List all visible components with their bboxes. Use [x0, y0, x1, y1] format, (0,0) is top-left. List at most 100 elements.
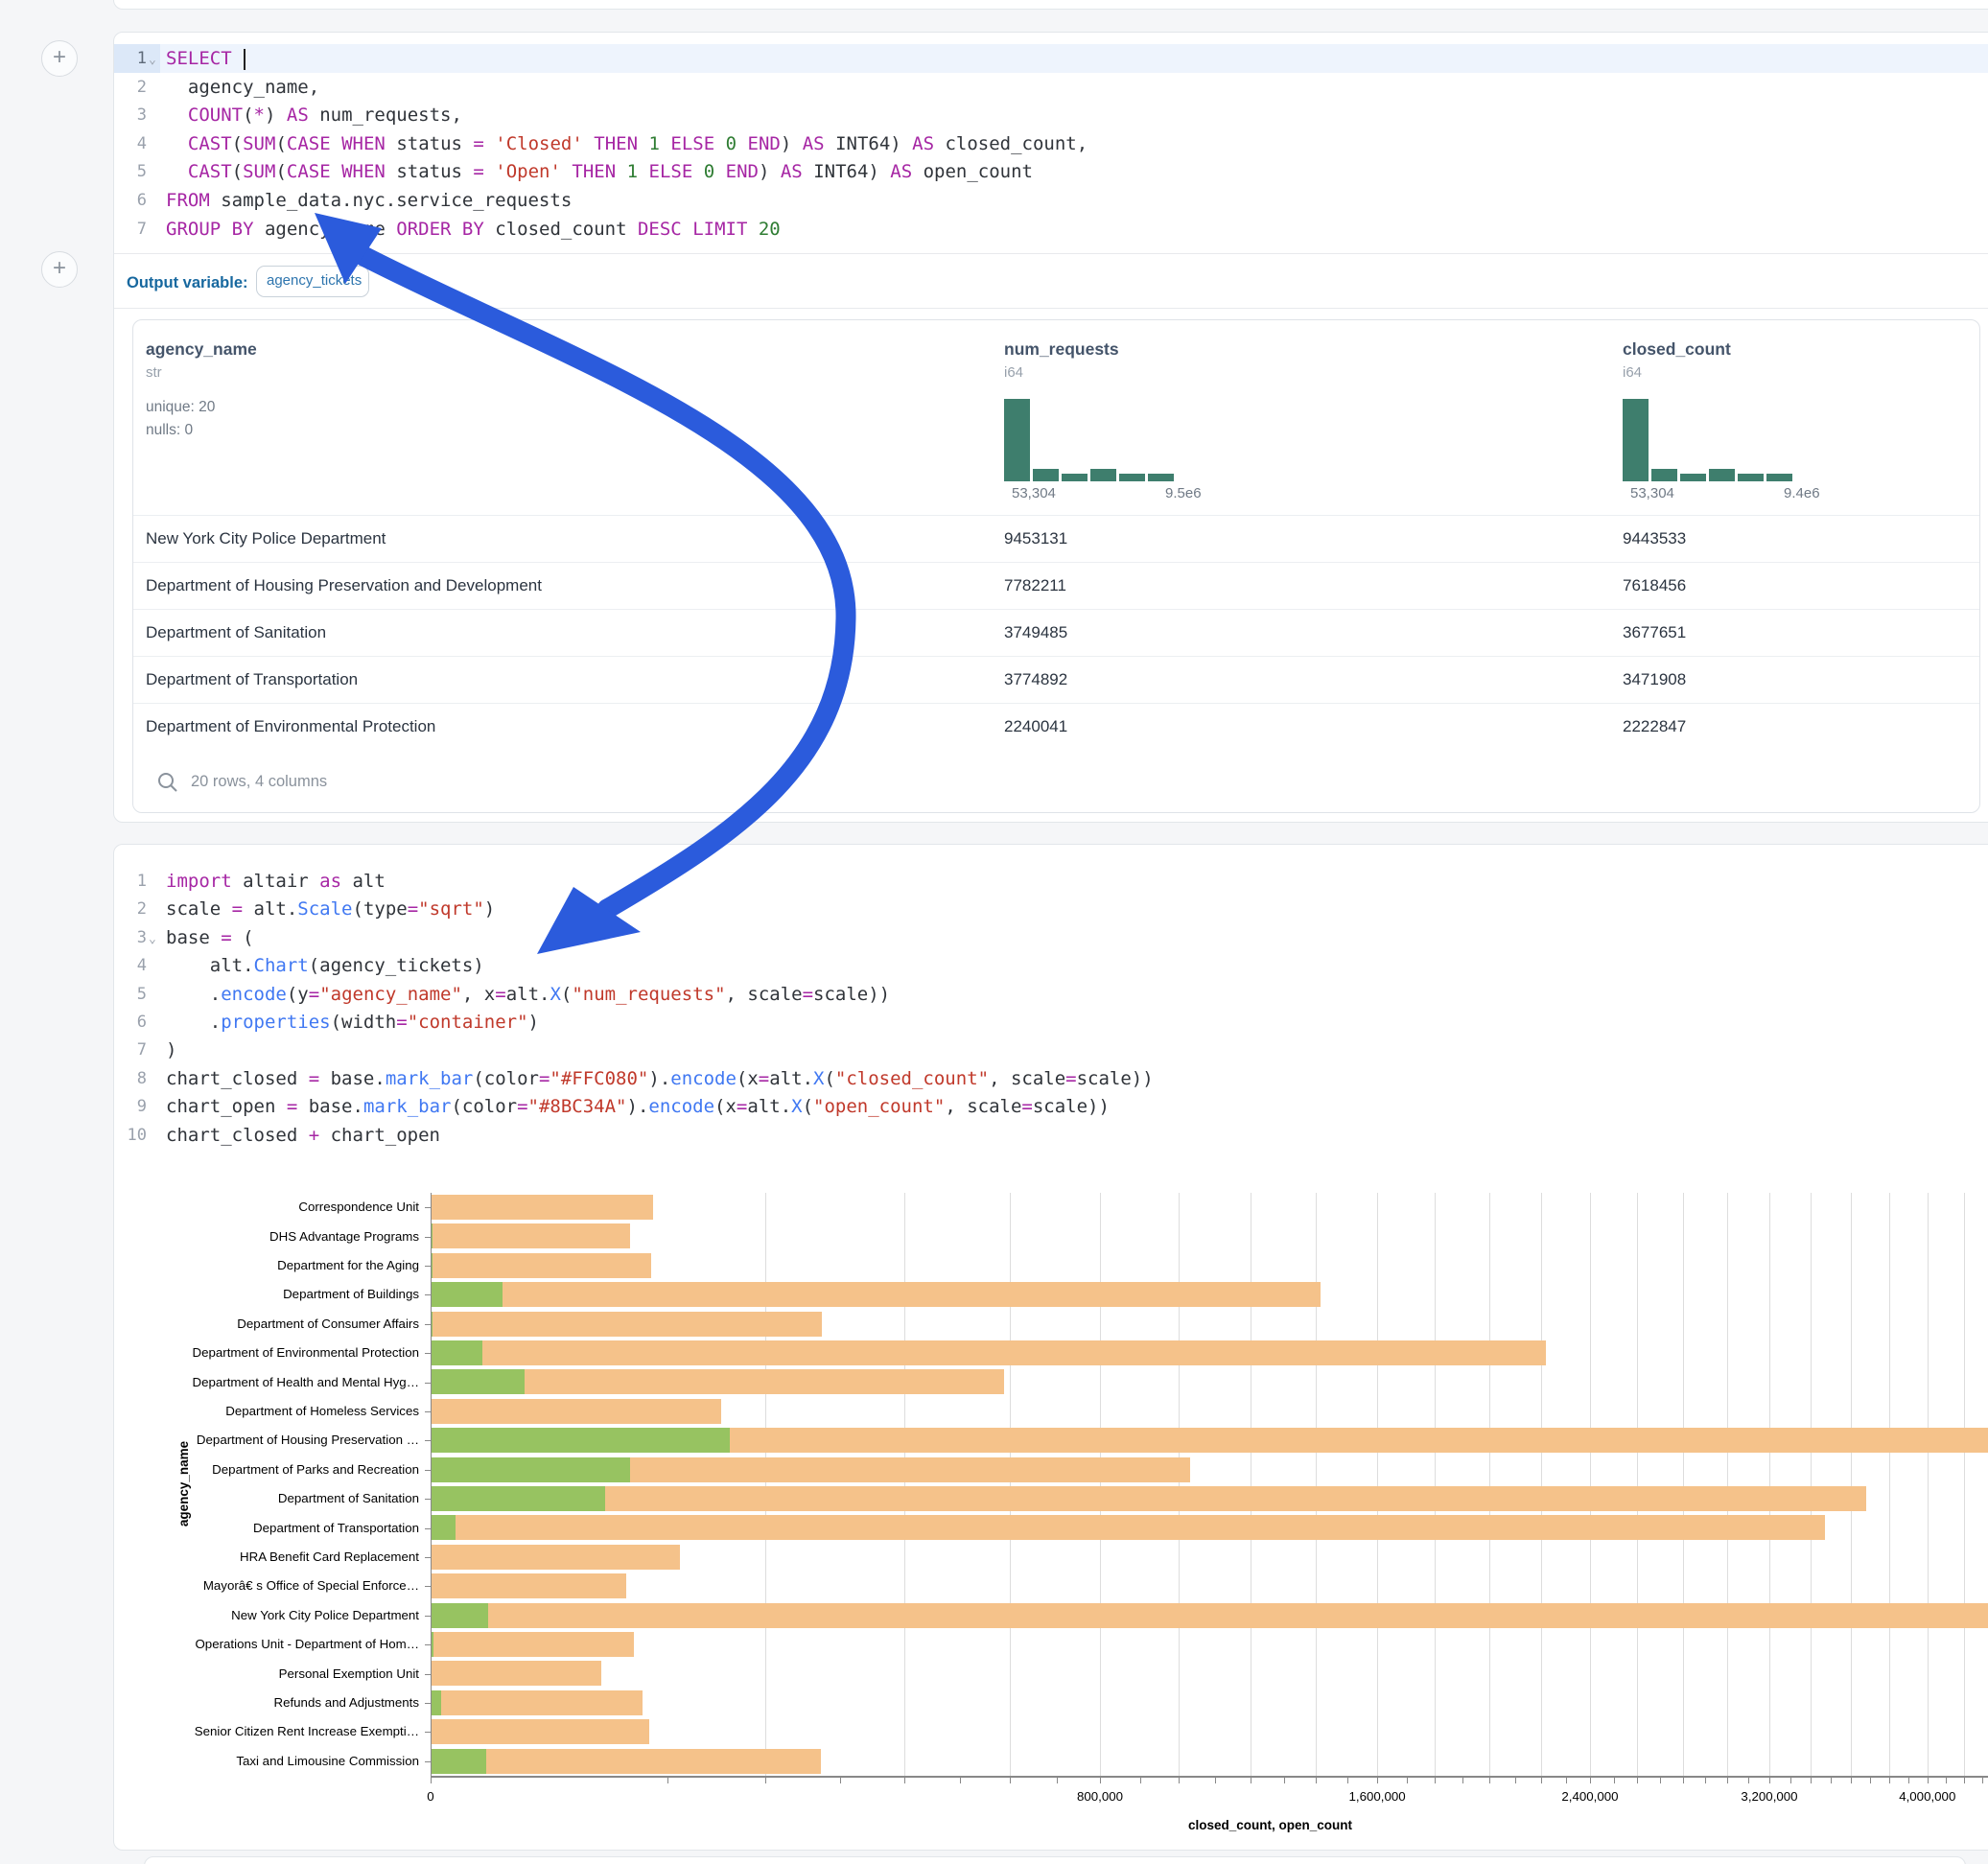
fold-chevron-icon[interactable]: ⌄ [149, 925, 162, 954]
bar-open-count [431, 1428, 730, 1453]
y-axis-label: HRA Benefit Card Replacement [240, 1549, 419, 1564]
code-text: import altair as alt [166, 867, 386, 896]
code-line[interactable]: 8chart_closed = base.mark_bar(color="#FF… [114, 1064, 1988, 1093]
add-cell-button-output[interactable]: + [41, 251, 78, 288]
line-number: 7 [114, 215, 147, 244]
code-text: agency_name, [166, 73, 319, 102]
x-axis-tick [1515, 1778, 1516, 1783]
table-cell: 9453131 [1004, 529, 1067, 548]
y-axis-line [431, 1193, 432, 1778]
previous-cell-edge [113, 0, 1988, 10]
table-cell: Department of Transportation [146, 670, 358, 689]
code-line[interactable]: 4 CAST(SUM(CASE WHEN status = 'Closed' T… [114, 129, 1988, 158]
x-axis-tick [1179, 1778, 1180, 1783]
table-cell: 2240041 [1004, 717, 1067, 736]
x-axis-tick [1769, 1778, 1770, 1783]
code-line[interactable]: 1import altair as alt [114, 867, 1988, 896]
divider [114, 253, 1988, 254]
y-axis-label: Senior Citizen Rent Increase Exempti… [195, 1724, 419, 1738]
search-icon[interactable] [156, 771, 179, 794]
next-cell-edge [144, 1856, 1966, 1864]
line-number: 5 [114, 157, 147, 186]
x-axis-tick [667, 1778, 668, 1783]
gridline [1637, 1193, 1638, 1776]
x-axis-tick [1964, 1778, 1965, 1783]
code-line[interactable]: 9chart_open = base.mark_bar(color="#8BC3… [114, 1092, 1988, 1121]
bar-open-count [431, 1749, 486, 1774]
output-variable-label: Output variable: [127, 274, 248, 292]
x-axis-tick [1590, 1778, 1591, 1783]
line-number: 1 [114, 44, 147, 73]
line-number: 6 [114, 1008, 147, 1037]
code-line[interactable]: 10chart_closed + chart_open [114, 1121, 1988, 1150]
y-axis-label: Department of Homeless Services [225, 1404, 419, 1418]
sql-code-editor[interactable]: 1⌄SELECT 2 agency_name,3 COUNT(*) AS num… [114, 44, 1988, 247]
x-axis-tick [1908, 1778, 1909, 1783]
code-line[interactable]: 2 agency_name, [114, 73, 1988, 102]
code-line[interactable]: 2scale = alt.Scale(type="sqrt") [114, 895, 1988, 923]
x-axis-tick [1870, 1778, 1871, 1783]
x-axis-tick [1727, 1778, 1728, 1783]
code-text: CAST(SUM(CASE WHEN status = 'Closed' THE… [166, 129, 1088, 158]
python-code-editor[interactable]: 1import altair as alt2scale = alt.Scale(… [114, 867, 1988, 1154]
code-text: GROUP BY agency_name ORDER BY closed_cou… [166, 215, 781, 244]
code-text: ) [166, 1036, 176, 1064]
x-axis-tick [840, 1778, 841, 1783]
x-axis-tick [1541, 1778, 1542, 1783]
gridline [1316, 1193, 1317, 1776]
code-line[interactable]: 6FROM sample_data.nyc.service_requests [114, 186, 1988, 215]
code-line[interactable]: 5 CAST(SUM(CASE WHEN status = 'Open' THE… [114, 157, 1988, 186]
code-line[interactable]: 4 alt.Chart(agency_tickets) [114, 951, 1988, 980]
code-text: .encode(y="agency_name", x=alt.X("num_re… [166, 980, 890, 1009]
x-axis-title: closed_count, open_count [1188, 1818, 1352, 1832]
table-footer: 20 rows, 4 columns [191, 773, 327, 791]
bar-open-count [431, 1340, 482, 1365]
gridline [1928, 1193, 1929, 1776]
y-axis-label: Personal Exemption Unit [279, 1666, 419, 1681]
x-axis-tick [1614, 1778, 1615, 1783]
x-axis-tick-label: 3,200,000 [1741, 1789, 1797, 1804]
y-axis-label: Department of Housing Preservation … [197, 1433, 419, 1447]
table-cell: 3677651 [1623, 623, 1686, 642]
bar-closed-count [431, 1282, 1321, 1307]
table-row[interactable]: Department of Sanitation37494853677651 [133, 609, 1979, 657]
x-axis-tick [1889, 1778, 1890, 1783]
gridline [1541, 1193, 1542, 1776]
line-number: 7 [114, 1036, 147, 1064]
code-line[interactable]: 1⌄SELECT [114, 44, 1988, 73]
code-line[interactable]: 7 GROUP BY agency_name ORDER BY closed_co… [114, 215, 1988, 244]
line-number: 3 [114, 923, 147, 952]
line-number: 5 [114, 980, 147, 1009]
bar-closed-count [431, 1312, 822, 1337]
gridline [1377, 1193, 1378, 1776]
fold-chevron-icon[interactable]: ⌄ [149, 46, 162, 75]
code-text: chart_closed + chart_open [166, 1121, 440, 1150]
x-axis-tick [1377, 1778, 1378, 1783]
table-cell: 2222847 [1623, 717, 1686, 736]
code-line[interactable]: 5 .encode(y="agency_name", x=alt.X("num_… [114, 980, 1988, 1009]
output-variable-pill[interactable]: agency_tickets [256, 266, 369, 297]
table-row[interactable]: Department of Housing Preservation and D… [133, 562, 1979, 610]
bar-open-count [431, 1515, 456, 1540]
line-number: 4 [114, 951, 147, 980]
code-line[interactable]: 7) [114, 1036, 1988, 1064]
table-cell: Department of Sanitation [146, 623, 326, 642]
code-line[interactable]: 6 .properties(width="container") [114, 1008, 1988, 1037]
code-line[interactable]: 3⌄base = ( [114, 923, 1988, 952]
line-number: 8 [114, 1064, 147, 1093]
x-axis-tick-label: 2,400,000 [1561, 1789, 1618, 1804]
y-axis-label: DHS Advantage Programs [269, 1229, 419, 1244]
add-cell-button-top[interactable]: + [41, 40, 78, 77]
table-row[interactable]: Department of Environmental Protection22… [133, 703, 1979, 751]
code-text: scale = alt.Scale(type="sqrt") [166, 895, 495, 923]
gridline [1010, 1193, 1011, 1776]
table-row[interactable]: Department of Transportation377489234719… [133, 656, 1979, 704]
code-line[interactable]: 3 COUNT(*) AS num_requests, [114, 101, 1988, 129]
bar-closed-count [431, 1253, 651, 1278]
x-axis-tick-label: 4,000,000 [1899, 1789, 1955, 1804]
bar-closed-count [431, 1545, 680, 1570]
bar-open-count [431, 1282, 503, 1307]
gridline [1769, 1193, 1770, 1776]
table-row[interactable]: New York City Police Department945313194… [133, 515, 1979, 563]
bar-closed-count [431, 1661, 601, 1686]
